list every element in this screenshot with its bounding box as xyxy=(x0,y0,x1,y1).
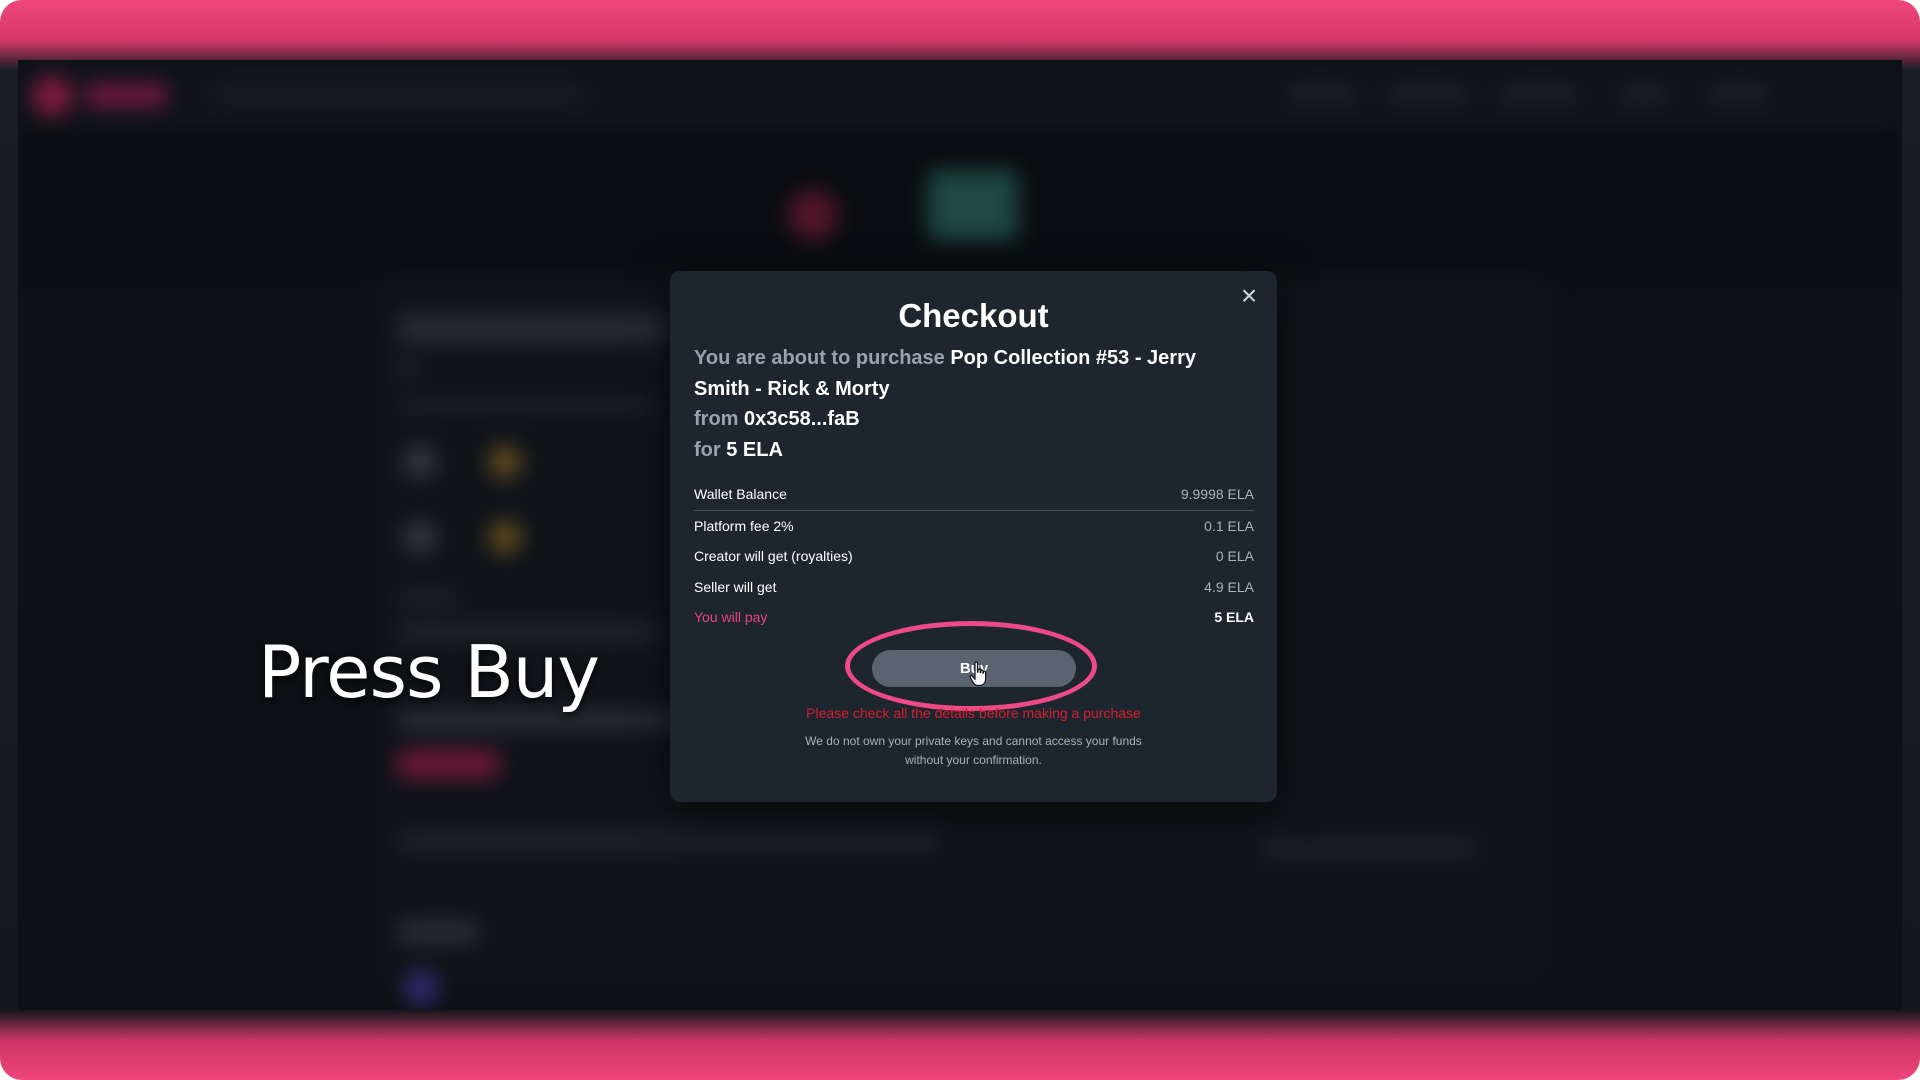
platform-fee-row: Platform fee 2% 0.1 ELA xyxy=(694,511,1254,542)
wallet-balance-row: Wallet Balance 9.9998 ELA xyxy=(694,479,1254,511)
price: 5 ELA xyxy=(726,438,783,461)
hand-cursor-icon xyxy=(969,661,987,687)
row-label: Wallet Balance xyxy=(694,486,787,503)
row-value: 0 ELA xyxy=(1215,548,1254,565)
row-label: Platform fee 2% xyxy=(694,517,794,534)
creator-royalties-row: Creator will get (royalties) 0 ELA xyxy=(694,541,1254,572)
row-value: 4.9 ELA xyxy=(1204,578,1254,595)
cost-breakdown: Wallet Balance 9.9998 ELA Platform fee 2… xyxy=(694,479,1254,633)
intro-prefix: You are about to purchase xyxy=(694,347,945,369)
seller-address: 0x3c58...faB xyxy=(744,408,860,430)
row-value: 0.1 ELA xyxy=(1204,517,1254,534)
row-label: Seller will get xyxy=(694,578,777,595)
security-note: We do not own your private keys and cann… xyxy=(805,734,1142,767)
row-value: 5 ELA xyxy=(1214,609,1254,626)
for-label: for xyxy=(694,438,721,461)
from-label: from xyxy=(694,408,739,430)
warning-message: Please check all the details before maki… xyxy=(806,705,1141,721)
checkout-modal: × Checkout You are about to purchase Pop… xyxy=(670,271,1277,802)
video-frame: Press Buy × Checkout You are about to pu… xyxy=(0,0,1920,1080)
tutorial-caption: Press Buy xyxy=(258,630,600,714)
purchase-summary: You are about to purchase Pop Collection… xyxy=(694,343,1234,465)
row-label: Creator will get (royalties) xyxy=(694,548,853,565)
seller-gets-row: Seller will get 4.9 ELA xyxy=(694,572,1254,603)
modal-title: Checkout xyxy=(898,297,1049,334)
row-value: 9.9998 ELA xyxy=(1180,486,1254,503)
row-label: You will pay xyxy=(694,609,768,626)
